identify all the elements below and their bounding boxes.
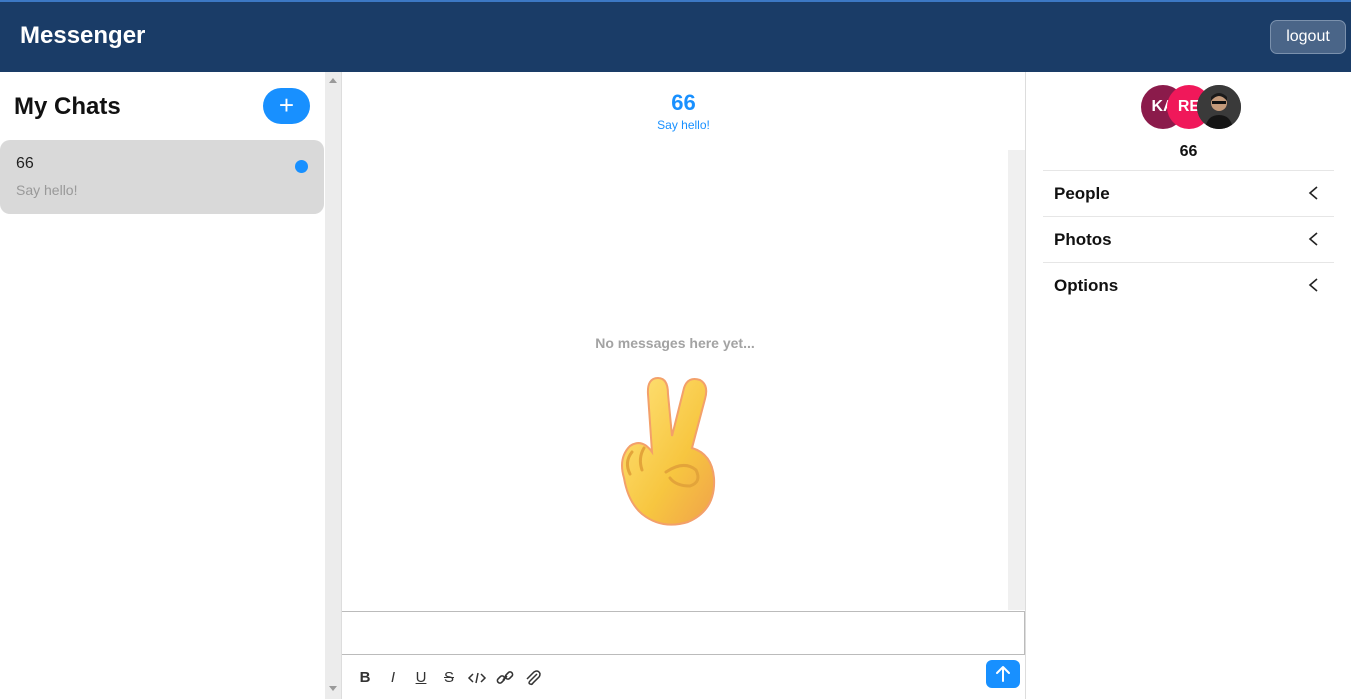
strikethrough-icon[interactable]: S	[438, 668, 460, 688]
section-label: People	[1054, 184, 1110, 203]
chevron-left-icon	[1308, 278, 1318, 292]
arrow-up-icon	[996, 666, 1010, 682]
new-chat-button[interactable]: +	[263, 88, 310, 124]
link-icon[interactable]	[494, 668, 516, 688]
chat-card-title: 66	[16, 155, 34, 172]
feed-scrollbar[interactable]	[1008, 150, 1025, 610]
section-people[interactable]: People	[1043, 170, 1334, 216]
chat-card-preview: Say hello!	[16, 182, 78, 198]
underline-icon[interactable]: U	[410, 668, 432, 688]
chevron-left-icon	[1308, 186, 1318, 200]
editor-toolbar: B I U S	[342, 656, 1025, 699]
section-options[interactable]: Options	[1043, 262, 1334, 308]
section-label: Options	[1054, 276, 1119, 295]
chat-card[interactable]: 66 Say hello!	[0, 140, 324, 214]
peace-hand-icon	[621, 376, 716, 526]
app-title: Messenger	[20, 22, 146, 49]
section-photos[interactable]: Photos	[1043, 216, 1334, 262]
chat-header-subtitle: Say hello!	[657, 118, 710, 132]
section-label: Photos	[1054, 230, 1112, 249]
chat-feed: 66 Say hello! No messages here yet... B …	[341, 72, 1025, 699]
empty-state-text: No messages here yet...	[595, 335, 755, 351]
code-icon[interactable]	[466, 668, 488, 688]
chat-list-scrollbar[interactable]	[325, 72, 341, 699]
details-chat-name: 66	[1179, 143, 1198, 160]
logout-button[interactable]: logout	[1270, 20, 1346, 54]
attachment-icon[interactable]	[522, 668, 544, 688]
chevron-left-icon	[1308, 232, 1318, 246]
scroll-up-arrow-icon[interactable]	[329, 78, 337, 83]
top-bar: Messenger logout	[0, 0, 1351, 72]
person-photo-icon	[1197, 85, 1241, 129]
chat-header-title: 66	[671, 90, 696, 115]
italic-icon[interactable]: I	[382, 668, 404, 688]
chat-list-title: My Chats	[14, 93, 121, 120]
scroll-down-arrow-icon[interactable]	[329, 686, 337, 691]
chat-details-panel: KA RE 66 People Photos Options	[1025, 72, 1351, 699]
message-input[interactable]	[342, 611, 1025, 655]
unread-dot-icon	[295, 160, 308, 173]
send-button[interactable]	[986, 660, 1020, 688]
avatar-photo	[1197, 85, 1241, 129]
chat-list-panel: My Chats + 66 Say hello!	[0, 72, 325, 699]
bold-icon[interactable]: B	[354, 668, 376, 688]
